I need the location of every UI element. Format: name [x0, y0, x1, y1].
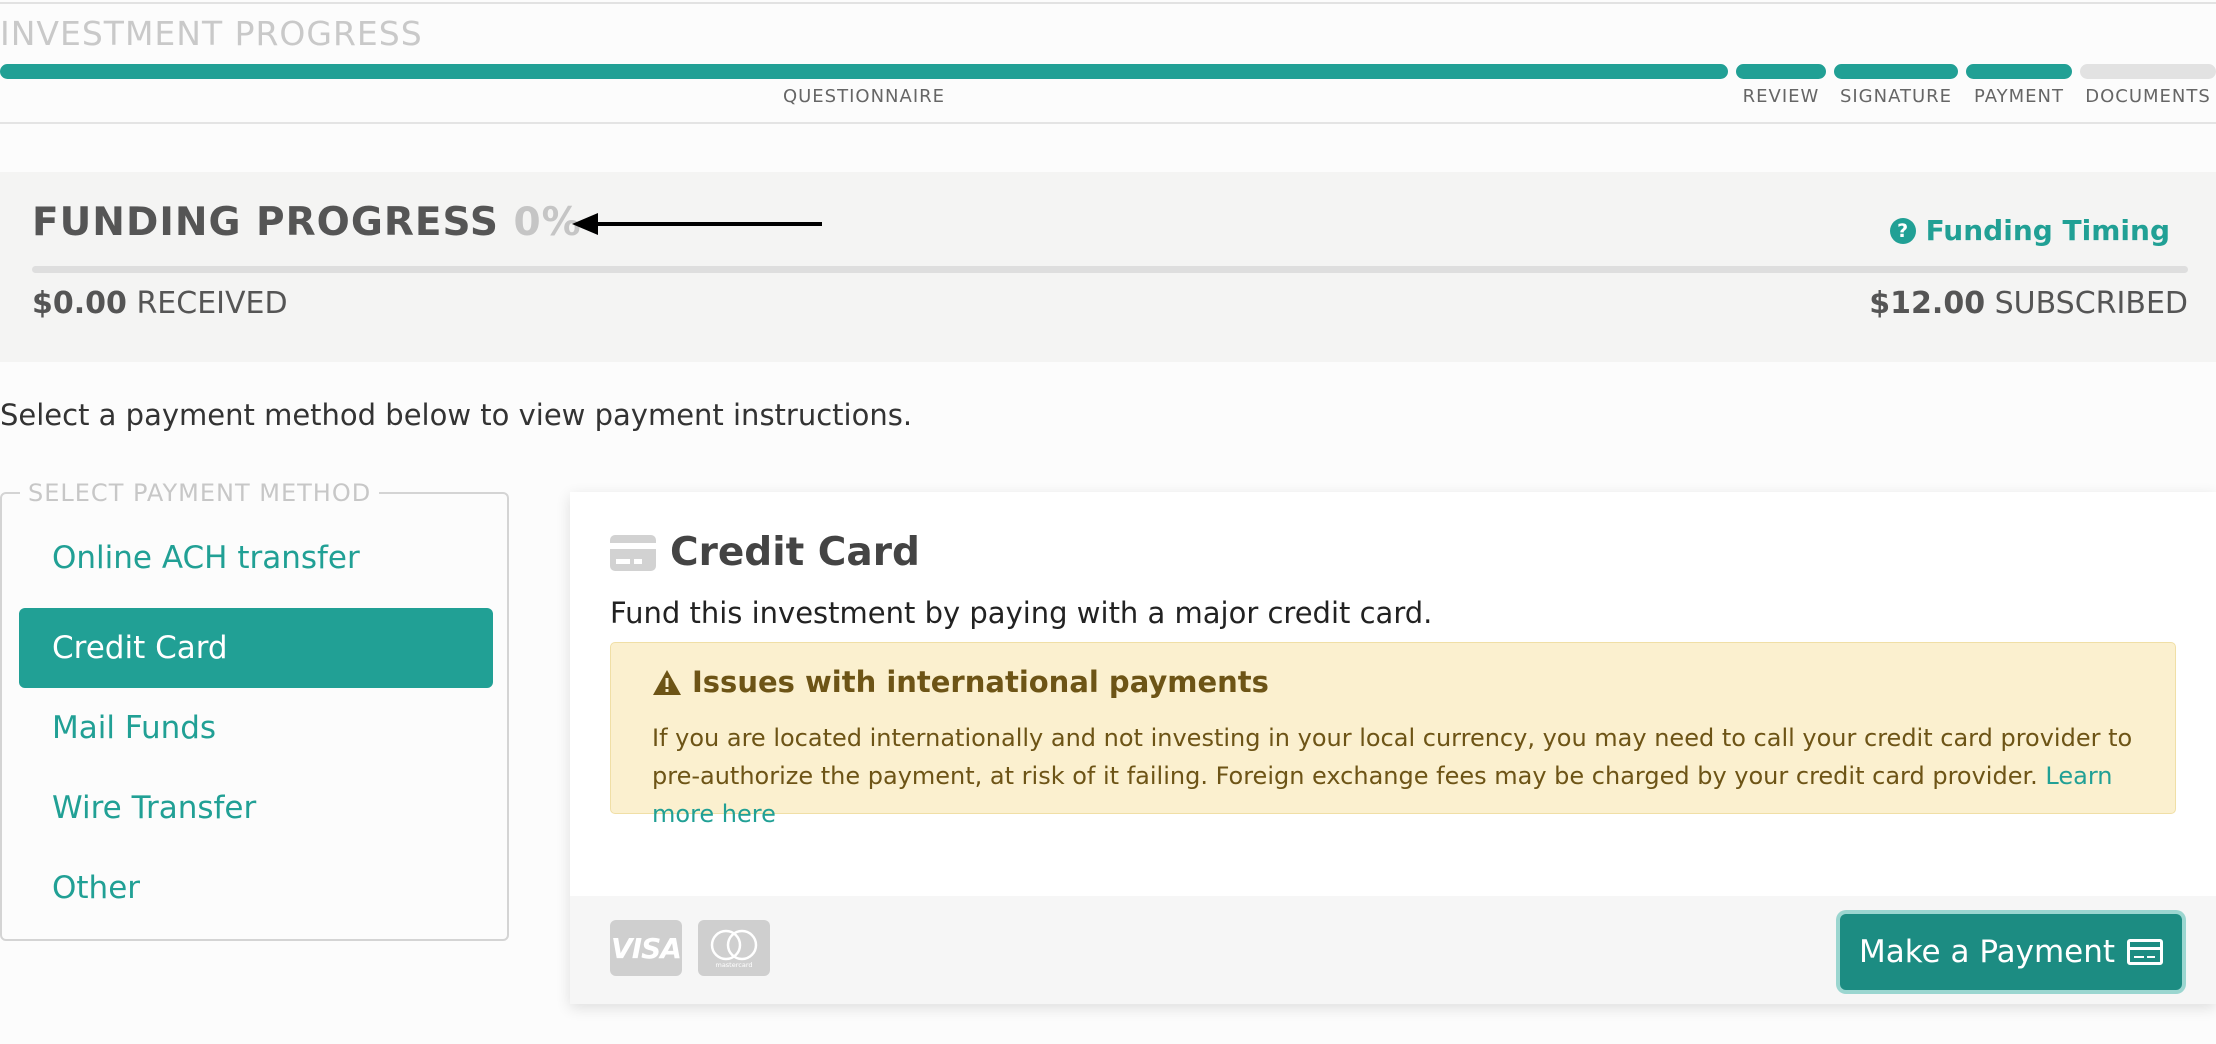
step-payment[interactable]: PAYMENT — [1966, 64, 2072, 114]
credit-card-panel: Credit Card Fund this investment by payi… — [570, 492, 2216, 1004]
funding-timing-label: Funding Timing — [1925, 214, 2170, 247]
credit-card-icon — [610, 534, 656, 571]
step-documents-label: DOCUMENTS — [2085, 86, 2211, 107]
funding-progress-panel: FUNDING PROGRESS 0% ? Funding Timing $0.… — [0, 172, 2216, 362]
funding-progress-title: FUNDING PROGRESS 0% — [32, 200, 582, 245]
step-signature-label: SIGNATURE — [1839, 86, 1953, 107]
subscribed-amount: $12.00 SUBSCRIBED — [1869, 286, 2188, 321]
investment-progress-title: INVESTMENT PROGRESS — [0, 14, 423, 53]
subscribed-label: SUBSCRIBED — [1994, 286, 2188, 321]
progress-steps: QUESTIONNAIRE REVIEW SIGNATURE PAYMENT D… — [0, 64, 2216, 114]
make-payment-button[interactable]: Make a Payment — [1840, 914, 2182, 990]
credit-card-icon — [2127, 939, 2164, 965]
card-footer: VISA mastercard Make a Payment — [570, 896, 2216, 1004]
step-review[interactable]: REVIEW — [1736, 64, 1826, 114]
card-title: Credit Card — [670, 530, 920, 575]
method-credit-card[interactable]: Credit Card — [19, 608, 493, 688]
question-icon: ? — [1889, 217, 1916, 244]
payment-method-selector: SELECT PAYMENT METHOD Online ACH transfe… — [0, 479, 509, 941]
step-signature[interactable]: SIGNATURE — [1834, 64, 1958, 114]
payment-method-legend: SELECT PAYMENT METHOD — [20, 479, 380, 507]
card-description: Fund this investment by paying with a ma… — [610, 596, 1433, 630]
step-documents-bar — [2080, 64, 2216, 79]
step-review-label: REVIEW — [1742, 86, 1820, 107]
subscribed-value: $12.00 — [1869, 286, 1986, 321]
step-review-bar — [1736, 64, 1826, 79]
warning-title: Issues with international payments — [652, 665, 1269, 699]
method-wire-transfer[interactable]: Wire Transfer — [19, 768, 493, 848]
step-payment-bar — [1966, 64, 2072, 79]
step-documents[interactable]: DOCUMENTS — [2080, 64, 2216, 114]
step-questionnaire-bar — [0, 64, 1728, 79]
visa-logo: VISA — [610, 920, 682, 976]
payment-instructions-text: Select a payment method below to view pa… — [0, 398, 913, 432]
received-label: RECEIVED — [136, 286, 288, 321]
method-online-ach[interactable]: Online ACH transfer — [19, 518, 493, 598]
received-amount: $0.00 RECEIVED — [32, 286, 288, 321]
mastercard-logo: mastercard — [698, 920, 770, 976]
step-questionnaire[interactable]: QUESTIONNAIRE — [0, 64, 1728, 114]
received-value: $0.00 — [32, 286, 127, 321]
card-header: Credit Card — [610, 530, 920, 575]
make-payment-label: Make a Payment — [1858, 934, 2116, 970]
step-questionnaire-label: QUESTIONNAIRE — [782, 86, 946, 107]
mastercard-wordmark: mastercard — [715, 961, 752, 969]
progress-divider — [0, 122, 2216, 124]
funding-timing-link[interactable]: ? Funding Timing — [1889, 214, 2170, 247]
method-other[interactable]: Other — [19, 848, 493, 928]
warning-icon — [653, 669, 681, 695]
international-warning: Issues with international payments If yo… — [610, 642, 2176, 828]
arrow-left-icon — [572, 213, 822, 235]
top-divider — [0, 2, 2216, 4]
warning-text: If you are located internationally and n… — [652, 719, 2142, 833]
funding-progress-bar — [32, 266, 2188, 273]
step-payment-label: PAYMENT — [1974, 86, 2064, 107]
funding-title-text: FUNDING PROGRESS — [32, 200, 499, 245]
method-mail-funds[interactable]: Mail Funds — [19, 688, 493, 768]
warning-body: If you are located internationally and n… — [652, 724, 2133, 790]
warning-title-text: Issues with international payments — [692, 665, 1269, 699]
step-signature-bar — [1834, 64, 1958, 79]
